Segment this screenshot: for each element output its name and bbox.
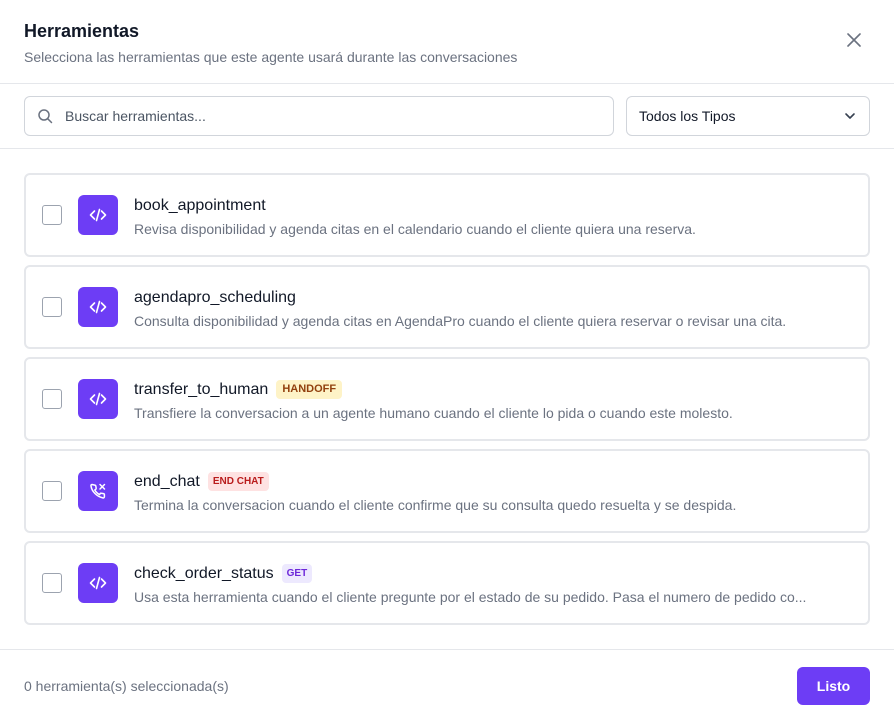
tool-name-row: transfer_to_human HANDOFF — [134, 378, 850, 402]
tool-icon-badge — [78, 287, 118, 327]
tool-name-row: agendapro_scheduling — [134, 286, 850, 310]
search-icon — [38, 109, 53, 124]
modal-footer: 0 herramienta(s) seleccionada(s) Listo — [0, 649, 894, 721]
tool-text: book_appointment Revisa disponibilidad y… — [134, 194, 868, 237]
filters-bar: Todos los Tipos — [0, 84, 894, 149]
tool-name: check_order_status — [134, 564, 274, 582]
tools-modal: Herramientas Selecciona las herramientas… — [0, 0, 894, 721]
tool-icon-badge — [78, 195, 118, 235]
tool-icon-badge — [78, 379, 118, 419]
tool-text: check_order_status GET Usa esta herramie… — [134, 562, 868, 605]
handoff-badge: HANDOFF — [276, 380, 343, 399]
code-icon — [89, 208, 107, 222]
done-button[interactable]: Listo — [797, 666, 870, 705]
tool-checkbox[interactable] — [42, 481, 62, 501]
tool-text: end_chat END CHAT Termina la conversacio… — [134, 470, 868, 513]
tool-checkbox[interactable] — [42, 573, 62, 593]
tool-checkbox[interactable] — [42, 205, 62, 225]
tool-text: transfer_to_human HANDOFF Transfiere la … — [134, 378, 868, 421]
tool-description: Transfiere la conversacion a un agente h… — [134, 404, 733, 421]
tool-text: agendapro_scheduling Consulta disponibil… — [134, 286, 868, 329]
code-icon — [89, 576, 107, 590]
close-button[interactable] — [844, 30, 864, 50]
tool-description: Revisa disponibilidad y agenda citas en … — [134, 220, 696, 237]
tool-name-row: check_order_status GET — [134, 562, 850, 586]
end-chat-badge: END CHAT — [207, 472, 269, 491]
type-filter-value: Todos los Tipos — [639, 108, 736, 124]
tools-list: book_appointment Revisa disponibilidad y… — [0, 149, 894, 625]
type-filter-select[interactable]: Todos los Tipos — [626, 96, 870, 136]
selected-count: 0 herramienta(s) seleccionada(s) — [24, 677, 229, 694]
search-box — [24, 96, 614, 136]
modal-title: Herramientas — [24, 21, 140, 41]
tool-icon-badge — [78, 471, 118, 511]
tool-name: end_chat — [134, 472, 200, 490]
close-icon — [847, 33, 861, 47]
get-method-badge: GET — [281, 564, 313, 583]
modal-subtitle: Selecciona las herramientas que este age… — [24, 49, 518, 65]
chevron-down-icon — [845, 113, 855, 119]
tool-checkbox[interactable] — [42, 389, 62, 409]
tool-name: agendapro_scheduling — [134, 288, 296, 306]
tool-icon-badge — [78, 563, 118, 603]
phone-off-icon — [90, 483, 106, 499]
modal-header: Herramientas Selecciona las herramientas… — [0, 0, 894, 84]
tool-name: book_appointment — [134, 196, 266, 214]
tool-item-end-chat[interactable]: end_chat END CHAT Termina la conversacio… — [24, 449, 870, 533]
code-icon — [89, 300, 107, 314]
tool-item-agendapro-scheduling[interactable]: agendapro_scheduling Consulta disponibil… — [24, 265, 870, 349]
tool-description: Termina la conversacion cuando el client… — [134, 496, 737, 513]
tool-item-book-appointment[interactable]: book_appointment Revisa disponibilidad y… — [24, 173, 870, 257]
tool-name: transfer_to_human — [134, 380, 269, 398]
tool-description: Consulta disponibilidad y agenda citas e… — [134, 312, 787, 329]
tool-checkbox[interactable] — [42, 297, 62, 317]
code-icon — [89, 392, 107, 406]
tool-description: Usa esta herramienta cuando el cliente p… — [134, 588, 807, 605]
tool-name-row: end_chat END CHAT — [134, 470, 850, 494]
search-input[interactable] — [65, 108, 585, 124]
tool-item-check-order-status[interactable]: check_order_status GET Usa esta herramie… — [24, 541, 870, 625]
tool-item-transfer-to-human[interactable]: transfer_to_human HANDOFF Transfiere la … — [24, 357, 870, 441]
tool-name-row: book_appointment — [134, 194, 850, 218]
